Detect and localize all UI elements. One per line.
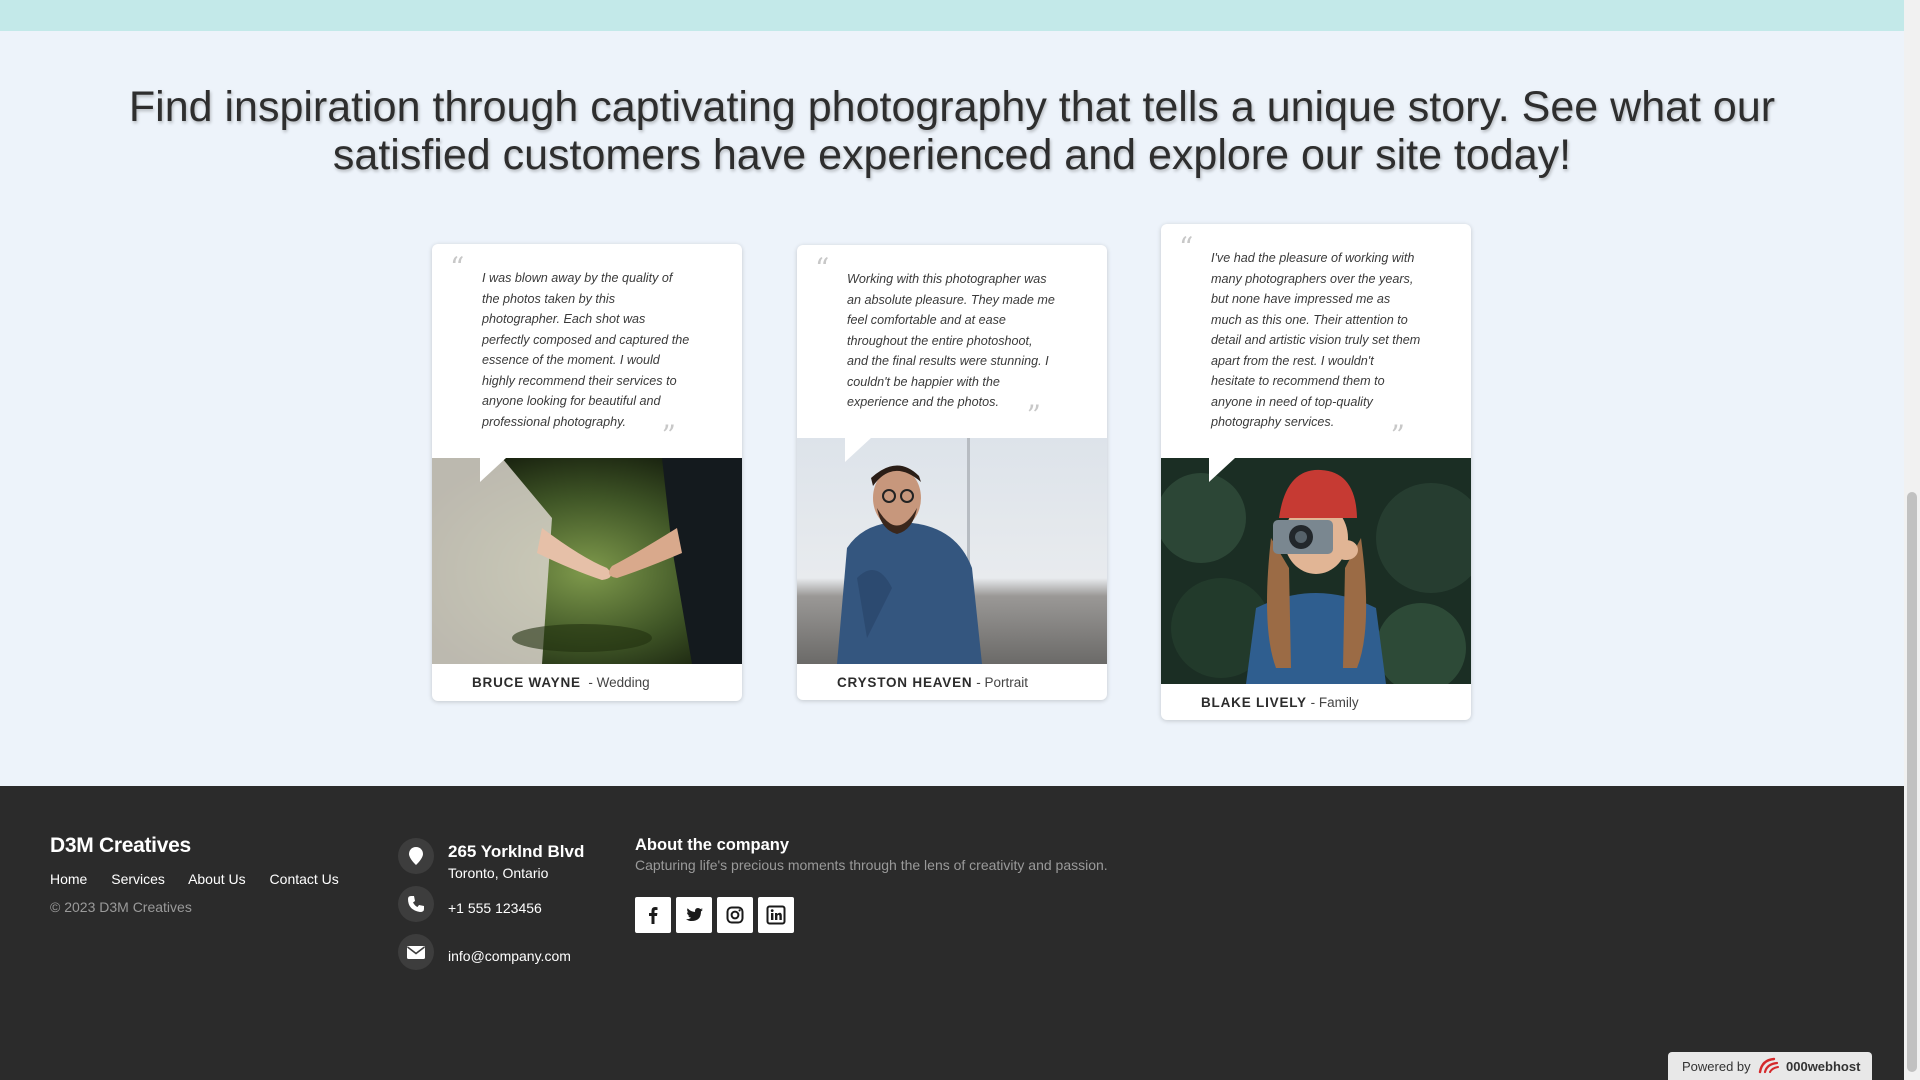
client-category: - Portrait bbox=[976, 675, 1028, 690]
phone-number[interactable]: +1 555 123456 bbox=[448, 900, 542, 916]
page-headline: Find inspiration through captivating pho… bbox=[128, 83, 1776, 179]
copyright: © 2023 D3M Creatives bbox=[50, 899, 192, 915]
wedding-hands-image bbox=[432, 458, 742, 664]
testimonial-text: I've had the pleasure of working with ma… bbox=[1211, 251, 1421, 429]
portrait-man-photo bbox=[797, 438, 1107, 664]
portrait-man-image bbox=[797, 438, 1107, 664]
close-quote-icon: ” bbox=[1026, 399, 1041, 432]
testimonial-caption: BRUCE WAYNE - Wedding bbox=[472, 675, 650, 690]
footer-link-home[interactable]: Home bbox=[50, 871, 87, 887]
about-text: Capturing life's precious moments throug… bbox=[635, 857, 1108, 873]
open-quote-icon: “ bbox=[815, 252, 830, 285]
instagram-icon[interactable] bbox=[717, 897, 753, 933]
scrollbar-thumb[interactable] bbox=[1907, 492, 1917, 1072]
client-name: CRYSTON HEAVEN bbox=[837, 675, 973, 690]
client-name: BLAKE LIVELY bbox=[1201, 695, 1307, 710]
wedding-hands-photo bbox=[432, 458, 742, 664]
site-footer: D3M Creatives Home Services About Us Con… bbox=[0, 786, 1904, 1080]
address-city: Toronto, Ontario bbox=[448, 865, 549, 881]
footer-brand: D3M Creatives bbox=[50, 834, 191, 857]
close-quote-icon: ” bbox=[1390, 419, 1405, 452]
testimonial-caption: BLAKE LIVELY - Family bbox=[1201, 695, 1359, 710]
woman-camera-photo bbox=[1161, 458, 1471, 684]
testimonial-caption: CRYSTON HEAVEN - Portrait bbox=[837, 675, 1028, 690]
page-scrollbar[interactable] bbox=[1904, 0, 1920, 1080]
woman-camera-image bbox=[1161, 458, 1471, 684]
testimonial-card: “ I've had the pleasure of working with … bbox=[1161, 224, 1471, 720]
powered-by-badge[interactable]: Powered by 000webhost bbox=[1668, 1052, 1872, 1080]
envelope-icon bbox=[398, 934, 434, 970]
footer-link-services[interactable]: Services bbox=[111, 871, 165, 887]
open-quote-icon: “ bbox=[450, 251, 465, 284]
client-category: - Family bbox=[1310, 695, 1359, 710]
powered-by-label: Powered by bbox=[1682, 1059, 1751, 1074]
footer-link-contact[interactable]: Contact Us bbox=[270, 871, 339, 887]
about-title: About the company bbox=[635, 836, 790, 854]
client-name: BRUCE WAYNE bbox=[472, 675, 581, 690]
map-pin-icon bbox=[398, 838, 434, 874]
twitter-icon[interactable] bbox=[676, 897, 712, 933]
testimonial-card: “ I was blown away by the quality of the… bbox=[432, 244, 742, 701]
footer-nav: Home Services About Us Contact Us bbox=[50, 871, 359, 887]
phone-icon bbox=[398, 886, 434, 922]
email-link[interactable]: info@company.com bbox=[448, 948, 571, 964]
testimonial-quote: “ I've had the pleasure of working with … bbox=[1161, 224, 1471, 458]
testimonial-quote: “ Working with this photographer was an … bbox=[797, 245, 1107, 438]
close-quote-icon: ” bbox=[661, 419, 676, 452]
testimonial-text: Working with this photographer was an ab… bbox=[847, 272, 1055, 409]
testimonial-card: “ Working with this photographer was an … bbox=[797, 245, 1107, 700]
facebook-icon[interactable] bbox=[635, 897, 671, 933]
powered-by-brand: 000webhost bbox=[1786, 1059, 1861, 1074]
testimonial-quote: “ I was blown away by the quality of the… bbox=[432, 244, 742, 458]
footer-link-about[interactable]: About Us bbox=[188, 871, 246, 887]
open-quote-icon: “ bbox=[1179, 231, 1194, 264]
webhost-logo-icon bbox=[1758, 1057, 1779, 1074]
linkedin-icon[interactable] bbox=[758, 897, 794, 933]
top-banner-strip bbox=[0, 0, 1904, 31]
address-street: 265 Yorklnd Blvd bbox=[448, 842, 585, 861]
testimonial-text: I was blown away by the quality of the p… bbox=[482, 271, 690, 429]
client-category: - Wedding bbox=[588, 675, 650, 690]
